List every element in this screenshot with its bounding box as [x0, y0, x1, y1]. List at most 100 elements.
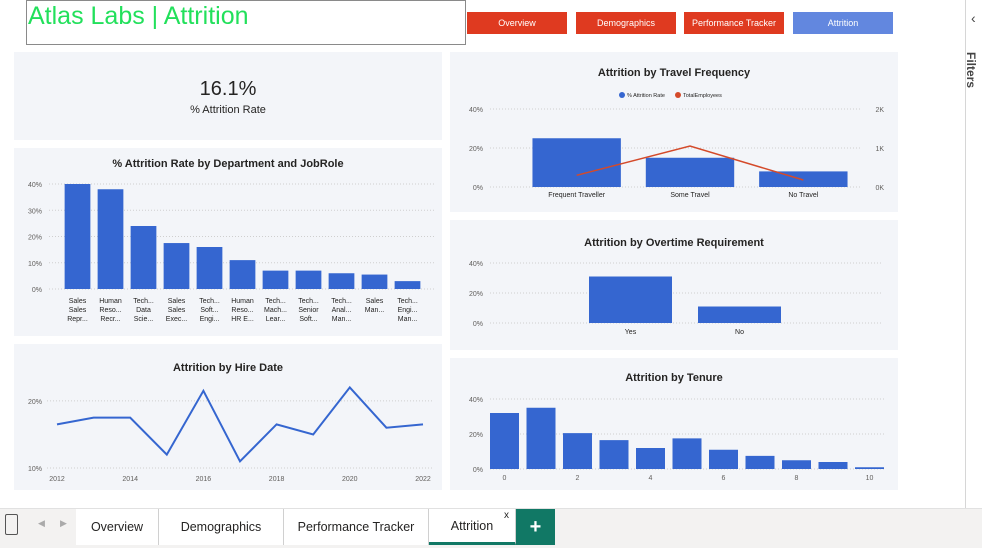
travel-xtick-label: Some Travel [670, 192, 710, 199]
hire-ytick-label: 10% [28, 466, 42, 473]
dept-bar [295, 270, 322, 289]
overtime-xtick-label: No [735, 329, 744, 336]
dept-xtick-label: Engi... [398, 307, 418, 314]
travel-xtick-label: No Travel [788, 192, 818, 199]
report-title: Atlas Labs | Attrition [28, 2, 249, 30]
dept-xtick-label: Man... [398, 316, 418, 323]
dept-bar [64, 184, 91, 289]
travel-y2tick-label: 1K [875, 146, 884, 153]
tab-attrition-label: Attrition [450, 518, 494, 533]
dept-bar [262, 270, 289, 289]
nav-performance-label: Performance Tracker [691, 18, 777, 28]
nav-overview-button[interactable]: Overview [467, 12, 567, 34]
tab-scroll-right-icon[interactable]: ▶ [60, 518, 67, 529]
dept-ytick-label: 0% [32, 287, 42, 294]
tenure-ytick-label: 20% [469, 432, 483, 439]
dept-xtick-label: Data [136, 307, 151, 314]
legend-label-attrition: % Attrition Rate [627, 93, 665, 99]
tenure-bar [672, 438, 702, 469]
dept-xtick-label: Exec... [166, 316, 187, 323]
hire-xtick-label: 2012 [49, 476, 65, 483]
kpi-label: % Attrition Rate [190, 104, 266, 116]
overtime-bar [698, 306, 781, 323]
dept-chart-svg: 0% 10% 20% 30% 40% Sales Sales Repr... Human Reso… [28, 182, 434, 323]
hire-series-line [56, 385, 424, 463]
dept-xtick-label: Reso... [99, 307, 121, 314]
travel-xtick-label: Frequent Traveller [548, 192, 605, 199]
legend-label-employees: TotalEmployees [683, 93, 722, 99]
dept-bar [130, 226, 157, 289]
dept-xtick-label: Human [99, 298, 122, 305]
tenure-xtick-label: 4 [649, 475, 653, 482]
dept-ytick-label: 20% [28, 235, 42, 242]
tenure-chart-card[interactable]: Attrition by Tenure 0% 20% 40% 0 2 4 6 8 10 [450, 358, 898, 490]
hire-xtick-label: 2018 [269, 476, 285, 483]
overtime-chart-card[interactable]: Attrition by Overtime Requirement 0% 20% 4… [450, 220, 898, 350]
legend-marker-employees [675, 92, 681, 98]
mobile-layout-icon[interactable] [5, 514, 18, 535]
dept-ytick-label: 40% [28, 182, 42, 189]
tenure-bar [563, 433, 592, 469]
tenure-bar [818, 462, 848, 469]
dept-xtick-label: Tech... [199, 298, 220, 305]
tenure-bar [490, 413, 519, 469]
dept-xtick-label: Human [231, 298, 254, 305]
dept-bar [361, 274, 388, 289]
tenure-bar [745, 455, 775, 469]
dept-xtick-label: Tech... [133, 298, 154, 305]
overtime-ytick-label: 40% [469, 261, 483, 268]
dept-xtick-label: Soft... [299, 316, 317, 323]
dept-xtick-label: Man... [332, 316, 352, 323]
dept-bar [196, 247, 223, 289]
travel-chart-card[interactable]: Attrition by Travel Frequency 0% 0K 20% 1K 4… [450, 52, 898, 212]
nav-attrition-button[interactable]: Attrition [793, 12, 893, 34]
legend-marker-attrition [619, 92, 625, 98]
tab-performance-tracker[interactable]: Performance Tracker [284, 509, 429, 545]
nav-attrition-label: Attrition [827, 18, 859, 28]
dept-xtick-label: Scie... [134, 316, 154, 323]
dept-ytick-label: 30% [28, 208, 42, 215]
hire-ytick-label: 20% [28, 399, 42, 406]
page-tab-bar: ◀ ▶ Overview Demographics Performance Tr… [0, 508, 982, 548]
tab-attrition[interactable]: Attrition [429, 509, 516, 545]
nav-demographics-label: Demographics [596, 18, 656, 28]
dept-xtick-label: Sales [366, 298, 384, 305]
dept-xtick-label: Engi... [200, 316, 220, 323]
dept-xtick-label: Sales [69, 298, 87, 305]
tenure-xtick-label: 0 [503, 475, 507, 482]
tenure-xtick-label: 2 [576, 475, 580, 482]
report-canvas: Atlas Labs | Attrition Overview Demograp… [0, 0, 908, 508]
tab-demographics[interactable]: Demographics [159, 509, 284, 545]
tenure-bar [526, 407, 556, 469]
tenure-bar [636, 448, 665, 469]
travel-chart-svg: 0% 0K 20% 1K 40% 2K % Attrition Rate TotalEmplo… [469, 92, 884, 199]
dept-xtick-label: Mach... [264, 307, 287, 314]
travel-y2tick-label: 0K [875, 185, 884, 192]
overtime-ytick-label: 0% [473, 321, 483, 328]
filters-pane-label[interactable]: Filters [964, 52, 978, 88]
dept-xtick-label: Sales [168, 298, 186, 305]
chevron-left-icon[interactable]: ‹ [971, 10, 976, 26]
kpi-card[interactable]: 16.1% % Attrition Rate [14, 52, 442, 140]
travel-ytick-label: 0% [473, 185, 483, 192]
hire-chart-card[interactable]: Attrition by Hire Date 10% 20% 2012 2014 201… [14, 344, 442, 490]
tab-scroll-left-icon[interactable]: ◀ [38, 518, 45, 529]
nav-performance-button[interactable]: Performance Tracker [684, 12, 784, 34]
close-tab-icon[interactable]: x [504, 510, 509, 521]
dept-chart-card[interactable]: % Attrition Rate by Department and JobRo… [14, 148, 442, 336]
tab-overview[interactable]: Overview [76, 509, 159, 545]
dept-xtick-label: Recr... [100, 316, 120, 323]
hire-xtick-label: 2022 [415, 476, 431, 483]
report-title-box[interactable]: Atlas Labs | Attrition [26, 0, 466, 45]
add-page-button[interactable]: + [516, 509, 555, 545]
nav-demographics-button[interactable]: Demographics [576, 12, 676, 34]
dept-xtick-label: Repr... [67, 316, 88, 323]
hire-xtick-label: 2014 [122, 476, 138, 483]
dept-xtick-label: Sales [69, 307, 87, 314]
dept-xtick-label: Reso... [231, 307, 253, 314]
overtime-bar [589, 276, 672, 323]
dept-bar [394, 281, 421, 289]
dept-xtick-label: Tech... [298, 298, 319, 305]
hire-xtick-label: 2020 [342, 476, 358, 483]
travel-ytick-label: 40% [469, 107, 483, 114]
